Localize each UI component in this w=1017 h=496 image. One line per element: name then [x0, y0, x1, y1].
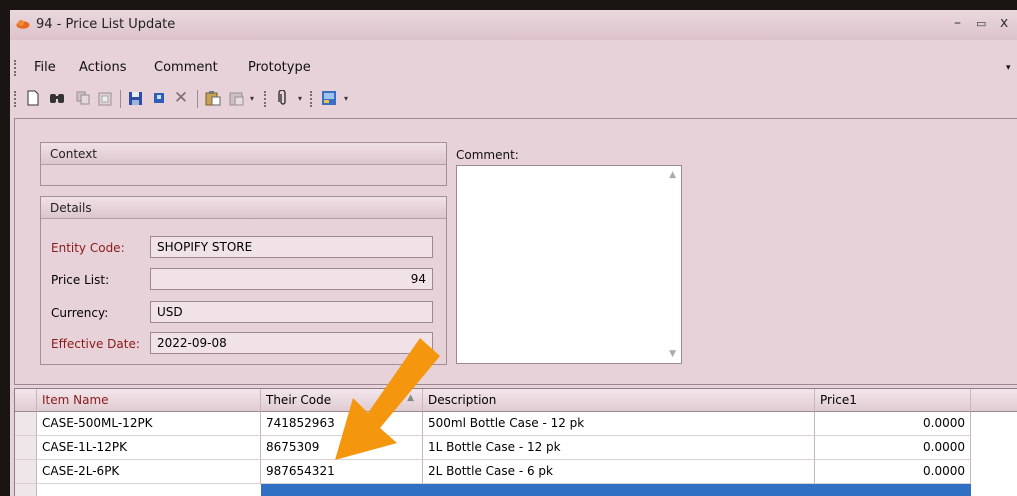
copy-icon[interactable]: [74, 89, 92, 107]
details-header-label: Details: [50, 201, 92, 215]
toolbar-dropdown-chevron-icon[interactable]: ▾: [298, 94, 302, 103]
toolbar-separator: [120, 90, 121, 108]
cell-item-name[interactable]: CASE-1L-12PK: [37, 436, 261, 460]
column-header-filler: [971, 389, 1017, 412]
column-header-item-name[interactable]: Item Name: [37, 389, 261, 412]
title-bar: 94 - Price List Update – ▭ x: [10, 10, 1017, 40]
cell-their-code[interactable]: 741852963: [261, 412, 423, 436]
context-header[interactable]: Context: [41, 143, 446, 165]
column-header-their-code[interactable]: Their Code ▲: [261, 389, 423, 412]
price-list-field[interactable]: 94: [150, 268, 433, 290]
window-title: 94 - Price List Update: [36, 17, 176, 32]
app-cloud-icon: [16, 20, 30, 29]
new-row-selection[interactable]: [261, 484, 971, 496]
comment-label: Comment:: [456, 148, 519, 162]
row-selector[interactable]: [15, 484, 37, 496]
price-list-label: Price List:: [51, 273, 110, 287]
form-panel: Context Details Entity Code: SHOPIFY STO…: [14, 118, 1017, 385]
menu-prototype[interactable]: Prototype: [248, 60, 311, 75]
import-icon[interactable]: [204, 89, 222, 107]
cell-price1[interactable]: 0.0000: [815, 412, 971, 436]
toolbar-grip-handle[interactable]: [14, 91, 19, 107]
menu-overflow-chevron-icon[interactable]: ▾: [1006, 63, 1011, 73]
toolbar-dropdown-chevron-icon[interactable]: ▾: [250, 94, 254, 103]
menu-comment[interactable]: Comment: [154, 60, 218, 75]
save-small-icon[interactable]: [150, 89, 168, 107]
minimize-button[interactable]: –: [954, 15, 961, 31]
cell-price1[interactable]: 0.0000: [815, 436, 971, 460]
effective-date-field[interactable]: 2022-09-08: [150, 332, 433, 354]
menu-bar: File Actions Comment Prototype ▾: [10, 57, 1017, 79]
column-header-their-code-label: Their Code: [266, 393, 332, 407]
cell-their-code[interactable]: 987654321: [261, 460, 423, 484]
menu-grip-handle[interactable]: [14, 60, 19, 76]
context-header-label: Context: [50, 147, 98, 161]
new-document-icon[interactable]: [24, 89, 42, 107]
close-button[interactable]: x: [1000, 15, 1008, 31]
toolbar-grip-handle[interactable]: [310, 91, 315, 107]
column-header-price1[interactable]: Price1: [815, 389, 971, 412]
currency-field[interactable]: USD: [150, 301, 433, 323]
price-list-window: 94 - Price List Update – ▭ x File Action…: [10, 10, 1017, 496]
toolbar: ✕ ▾ ▾ ▾: [10, 86, 1017, 112]
entity-code-field[interactable]: SHOPIFY STORE: [150, 236, 433, 258]
items-grid: Item Name Their Code ▲ Description Price1…: [14, 388, 1017, 496]
cell-description[interactable]: 1L Bottle Case - 12 pk: [423, 436, 815, 460]
cell-description[interactable]: 2L Bottle Case - 6 pk: [423, 460, 815, 484]
toolbar-separator: [197, 90, 198, 108]
maximize-button[interactable]: ▭: [976, 17, 986, 30]
cell-item-name[interactable]: CASE-2L-6PK: [37, 460, 261, 484]
delete-icon[interactable]: ✕: [172, 88, 190, 108]
find-icon[interactable]: [48, 89, 66, 107]
paste-icon[interactable]: [96, 89, 114, 107]
cell-price1[interactable]: 0.0000: [815, 460, 971, 484]
report-icon[interactable]: [320, 89, 338, 107]
sort-ascending-icon: ▲: [407, 393, 414, 403]
entity-code-label: Entity Code:: [51, 241, 125, 255]
details-group: Details Entity Code: SHOPIFY STORE Price…: [40, 196, 447, 365]
menu-actions[interactable]: Actions: [79, 60, 127, 75]
attach-icon[interactable]: [274, 89, 292, 107]
cell-item-name[interactable]: CASE-500ML-12PK: [37, 412, 261, 436]
cell-description[interactable]: 500ml Bottle Case - 12 pk: [423, 412, 815, 436]
effective-date-label: Effective Date:: [51, 337, 140, 351]
scroll-up-icon[interactable]: ▲: [669, 170, 676, 180]
comment-textarea[interactable]: ▲ ▼: [456, 165, 682, 364]
row-header-corner: [15, 389, 37, 412]
row-selector[interactable]: [15, 460, 37, 484]
row-selector[interactable]: [15, 412, 37, 436]
scroll-down-icon[interactable]: ▼: [669, 349, 676, 359]
menu-file[interactable]: File: [34, 60, 56, 75]
column-header-description[interactable]: Description: [423, 389, 815, 412]
save-icon[interactable]: [126, 89, 144, 107]
row-selector[interactable]: [15, 436, 37, 460]
context-group: Context: [40, 142, 447, 186]
cell-their-code[interactable]: 8675309: [261, 436, 423, 460]
toolbar-grip-handle[interactable]: [264, 91, 269, 107]
details-header[interactable]: Details: [41, 197, 446, 219]
export-icon[interactable]: [228, 89, 246, 107]
currency-label: Currency:: [51, 306, 109, 320]
toolbar-dropdown-chevron-icon[interactable]: ▾: [344, 94, 348, 103]
